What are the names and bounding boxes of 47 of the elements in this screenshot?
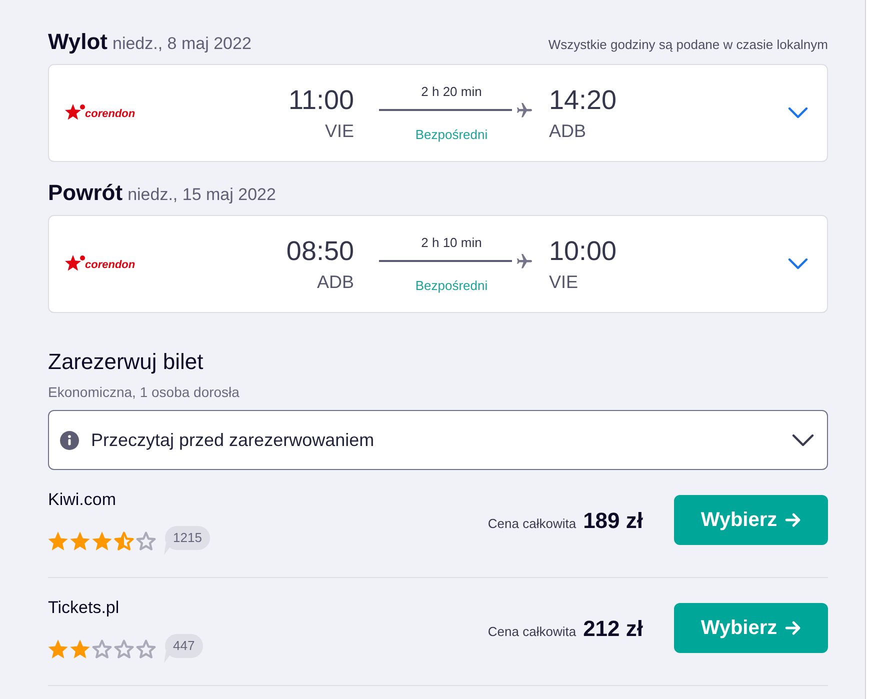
provider-name: Tickets.pl [48, 598, 120, 618]
arrow-right-icon [785, 512, 802, 528]
star-empty-icon [136, 530, 156, 550]
arrival-airport: VIE [549, 271, 578, 293]
notice-dropdown[interactable]: Przeczytaj przed zarezerwowaniem [48, 410, 828, 470]
chevron-down-icon[interactable] [788, 258, 808, 270]
airplane-icon [517, 102, 532, 118]
star-filled-icon [48, 638, 68, 658]
booking-subtitle: Ekonomiczna, 1 osoba dorosła [48, 383, 240, 402]
arrival-time: 10:00 [549, 235, 617, 267]
star-filled-icon [48, 530, 68, 550]
departure-time: 08:50 [286, 235, 354, 267]
select-button[interactable]: Wybierz [674, 603, 828, 653]
star-filled-icon [70, 530, 90, 550]
provider-name: Kiwi.com [48, 490, 116, 510]
stops-label: Bezpośredni [415, 126, 488, 142]
leg-direction: Powrót [48, 179, 123, 207]
star-filled-icon [92, 530, 112, 550]
flight-duration: 2 h 10 min [421, 234, 482, 250]
airline-logo-text: corendon [85, 107, 136, 121]
flight-duration: 2 h 20 min [421, 84, 482, 100]
total-price: 212 zł [583, 614, 643, 642]
leg-date: niedz., 8 maj 2022 [112, 33, 252, 55]
price-label: Cena całkowita [488, 622, 576, 640]
star-empty-icon [114, 638, 134, 658]
star-empty-icon [92, 638, 112, 658]
leg-date: niedz., 15 maj 2022 [128, 184, 276, 206]
arrival-time: 14:20 [549, 84, 617, 116]
booking-title: Zarezerwuj bilet [48, 348, 204, 376]
stops-label: Bezpośredni [415, 278, 488, 294]
select-button[interactable]: Wybierz [674, 495, 828, 545]
total-price: 189 zł [583, 506, 643, 534]
departure-time: 11:00 [288, 84, 354, 116]
departure-airport: VIE [324, 120, 354, 142]
leg-direction: Wylot [48, 28, 108, 56]
info-icon [60, 430, 79, 450]
departure-airport: ADB [316, 271, 354, 293]
airplane-icon [517, 254, 532, 268]
star-filled-icon [70, 638, 90, 658]
price-label: Cena całkowita [488, 514, 576, 532]
star-empty-icon [136, 638, 156, 658]
airline-logo-text: corendon [85, 258, 136, 272]
arrow-right-icon [785, 620, 802, 636]
time-zone-note: Wszystkie godziny są podane w czasie lokalnym [548, 36, 828, 54]
arrival-airport: ADB [549, 120, 586, 142]
star-half-icon [114, 530, 134, 550]
chevron-down-icon[interactable] [788, 107, 808, 119]
